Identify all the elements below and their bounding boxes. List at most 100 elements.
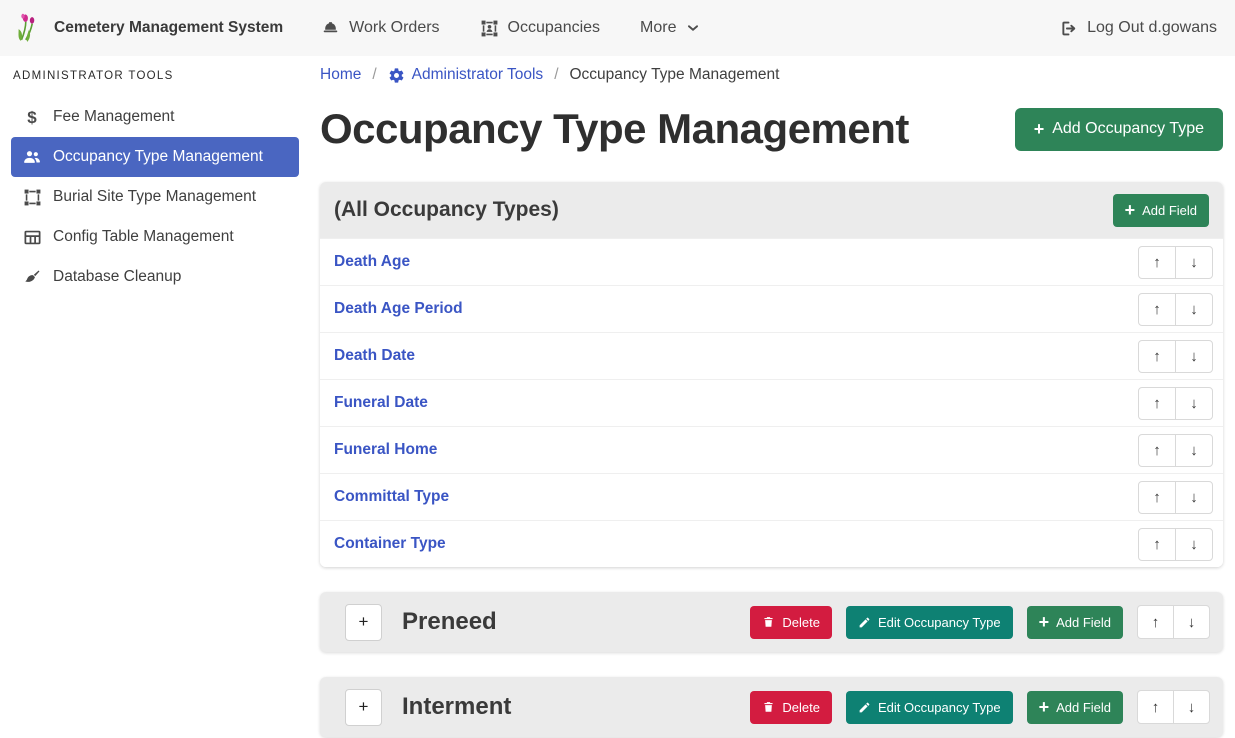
delete-label: Delete — [782, 700, 820, 715]
all-occupancy-types-card: (All Occupancy Types) + Add Field Death … — [320, 182, 1223, 567]
breadcrumb-home-link[interactable]: Home — [320, 66, 361, 84]
all-occupancy-types-header: (All Occupancy Types) + Add Field — [320, 182, 1223, 238]
logout-button[interactable]: Log Out d.gowans — [1059, 19, 1217, 38]
app-title: Cemetery Management System — [54, 19, 283, 37]
move-up-button[interactable]: ↑ — [1138, 528, 1176, 561]
plus-icon: + — [1125, 201, 1136, 219]
table-icon — [20, 228, 44, 247]
top-navbar: Cemetery Management System Work Orders O — [0, 0, 1235, 56]
add-field-button[interactable]: + Add Field — [1113, 194, 1209, 227]
sidebar-item-occupancy-type-management[interactable]: Occupancy Type Management — [11, 137, 299, 177]
occupancy-type-section-interment: + Interment Delete Edit Occupancy Type — [320, 677, 1223, 737]
sidebar-item-database-cleanup[interactable]: Database Cleanup — [11, 257, 299, 297]
main-content: Home / Administrator Tools / Occupancy T… — [310, 56, 1235, 738]
section-title: Interment — [402, 693, 736, 721]
add-field-button[interactable]: + Add Field — [1027, 606, 1123, 639]
sidebar-item-label: Config Table Management — [53, 228, 234, 246]
move-up-button[interactable]: ↑ — [1138, 387, 1176, 420]
expand-section-button[interactable]: + — [345, 604, 382, 641]
field-link-death-age-period[interactable]: Death Age Period — [334, 300, 1138, 318]
nav-occupancies-label: Occupancies — [508, 19, 601, 37]
field-link-funeral-home[interactable]: Funeral Home — [334, 441, 1138, 459]
dollar-icon: $ — [20, 109, 44, 126]
move-down-button[interactable]: ↓ — [1173, 690, 1210, 724]
trash-icon — [762, 700, 775, 714]
occupancy-type-section-preneed: + Preneed Delete Edit Occupancy Type — [320, 592, 1223, 652]
sidebar-item-label: Database Cleanup — [53, 268, 181, 286]
sidebar: ADMINISTRATOR TOOLS $ Fee Management Occ… — [0, 56, 310, 738]
breadcrumb-separator: / — [372, 66, 376, 84]
nav-occupancies[interactable]: Occupancies — [480, 19, 601, 38]
move-up-button[interactable]: ↑ — [1138, 246, 1176, 279]
field-row: Death Age Period ↑ ↓ — [320, 285, 1223, 332]
add-occupancy-type-label: Add Occupancy Type — [1052, 120, 1204, 138]
hard-hat-icon — [321, 19, 340, 38]
move-up-button[interactable]: ↑ — [1138, 340, 1176, 373]
move-down-button[interactable]: ↓ — [1173, 605, 1210, 639]
tulip-logo-icon — [14, 13, 44, 43]
field-link-death-date[interactable]: Death Date — [334, 347, 1138, 365]
move-up-button[interactable]: ↑ — [1138, 293, 1176, 326]
field-link-funeral-date[interactable]: Funeral Date — [334, 394, 1138, 412]
field-row: Death Age ↑ ↓ — [320, 238, 1223, 285]
edit-occupancy-type-label: Edit Occupancy Type — [878, 615, 1001, 630]
all-occupancy-types-title: (All Occupancy Types) — [334, 198, 1113, 222]
add-occupancy-type-button[interactable]: + Add Occupancy Type — [1015, 108, 1223, 151]
move-up-button[interactable]: ↑ — [1137, 605, 1174, 639]
field-row: Funeral Date ↑ ↓ — [320, 379, 1223, 426]
reorder-controls: ↑ ↓ — [1138, 340, 1213, 373]
reorder-controls: ↑ ↓ — [1138, 434, 1213, 467]
move-up-button[interactable]: ↑ — [1138, 434, 1176, 467]
nav-more-label: More — [640, 19, 676, 37]
add-field-label: Add Field — [1056, 615, 1111, 630]
broom-icon — [20, 268, 44, 287]
field-link-committal-type[interactable]: Committal Type — [334, 488, 1138, 506]
move-down-button[interactable]: ↓ — [1175, 528, 1213, 561]
field-row: Death Date ↑ ↓ — [320, 332, 1223, 379]
edit-occupancy-type-button[interactable]: Edit Occupancy Type — [846, 691, 1013, 724]
add-field-label: Add Field — [1056, 700, 1111, 715]
gear-icon — [388, 67, 405, 84]
move-down-button[interactable]: ↓ — [1175, 481, 1213, 514]
delete-occupancy-type-button[interactable]: Delete — [750, 606, 832, 639]
reorder-controls: ↑ ↓ — [1138, 246, 1213, 279]
field-link-container-type[interactable]: Container Type — [334, 535, 1138, 553]
delete-label: Delete — [782, 615, 820, 630]
sign-out-icon — [1059, 19, 1078, 38]
sidebar-heading: ADMINISTRATOR TOOLS — [13, 70, 310, 82]
breadcrumb-admin-tools-label: Administrator Tools — [412, 66, 544, 84]
move-down-button[interactable]: ↓ — [1175, 246, 1213, 279]
add-field-button[interactable]: + Add Field — [1027, 691, 1123, 724]
move-up-button[interactable]: ↑ — [1138, 481, 1176, 514]
move-down-button[interactable]: ↓ — [1175, 434, 1213, 467]
nav-more[interactable]: More — [640, 19, 699, 37]
field-row: Committal Type ↑ ↓ — [320, 473, 1223, 520]
sidebar-item-fee-management[interactable]: $ Fee Management — [11, 97, 299, 137]
expand-section-button[interactable]: + — [345, 689, 382, 726]
logout-label: Log Out d.gowans — [1087, 19, 1217, 37]
move-down-button[interactable]: ↓ — [1175, 340, 1213, 373]
section-title: Preneed — [402, 608, 736, 636]
nav-work-orders[interactable]: Work Orders — [321, 19, 439, 38]
pencil-icon — [858, 616, 871, 629]
delete-occupancy-type-button[interactable]: Delete — [750, 691, 832, 724]
sidebar-item-label: Occupancy Type Management — [53, 148, 263, 166]
field-link-death-age[interactable]: Death Age — [334, 253, 1138, 271]
move-up-button[interactable]: ↑ — [1137, 690, 1174, 724]
move-down-button[interactable]: ↓ — [1175, 293, 1213, 326]
pencil-icon — [858, 701, 871, 714]
reorder-controls: ↑ ↓ — [1137, 605, 1210, 639]
app-brand[interactable]: Cemetery Management System — [14, 13, 283, 43]
sidebar-item-label: Fee Management — [53, 108, 175, 126]
breadcrumb-separator: / — [554, 66, 558, 84]
users-icon — [20, 147, 44, 167]
sidebar-item-config-table-management[interactable]: Config Table Management — [11, 217, 299, 257]
move-down-button[interactable]: ↓ — [1175, 387, 1213, 420]
plus-icon: + — [1034, 120, 1045, 138]
reorder-controls: ↑ ↓ — [1138, 387, 1213, 420]
edit-occupancy-type-button[interactable]: Edit Occupancy Type — [846, 606, 1013, 639]
plus-icon: + — [1039, 613, 1050, 631]
sidebar-item-burial-site-type-management[interactable]: Burial Site Type Management — [11, 177, 299, 217]
breadcrumb-admin-tools-link[interactable]: Administrator Tools — [388, 66, 544, 84]
occupancy-frame-icon — [480, 19, 499, 38]
